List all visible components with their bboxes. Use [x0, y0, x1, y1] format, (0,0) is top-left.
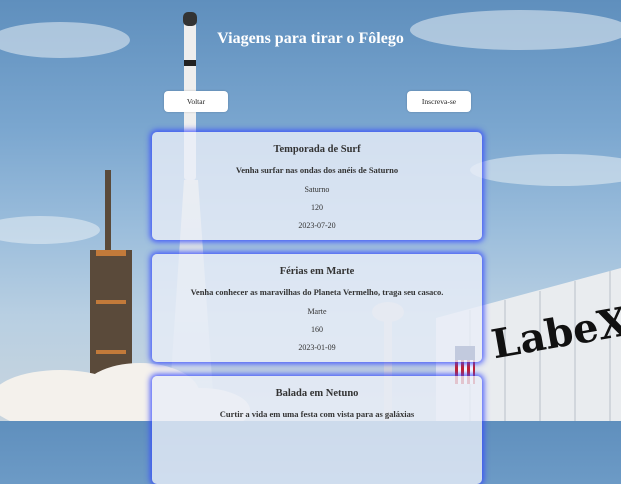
trip-name: Balada em Netuno	[275, 388, 359, 399]
trip-description: Venha conhecer as maravilhas do Planeta …	[190, 287, 444, 297]
trip-name: Férias em Marte	[279, 266, 355, 277]
page-title: Viagens para tirar o Fôlego	[217, 30, 404, 47]
trip-planet: Marte	[307, 307, 327, 316]
trip-date: 2023-01-09	[298, 343, 336, 352]
subscribe-button[interactable]: Inscreva-se	[407, 91, 471, 112]
trip-description: Curtir a vida em uma festa com vista par…	[219, 409, 415, 419]
trip-name: Temporada de Surf	[273, 144, 361, 155]
trip-card: Balada em Netuno Curtir a vida em uma fe…	[152, 376, 482, 484]
trip-date: 2023-07-20	[298, 221, 336, 230]
trip-duration: 160	[311, 325, 323, 334]
trip-duration: 120	[311, 203, 323, 212]
trip-planet: Saturno	[304, 185, 330, 194]
trip-card: Férias em Marte Venha conhecer as maravi…	[152, 254, 482, 362]
trip-card: Temporada de Surf Venha surfar nas ondas…	[152, 132, 482, 240]
back-button[interactable]: Voltar	[164, 91, 228, 112]
trip-description: Venha surfar nas ondas dos anéis de Satu…	[235, 165, 399, 175]
